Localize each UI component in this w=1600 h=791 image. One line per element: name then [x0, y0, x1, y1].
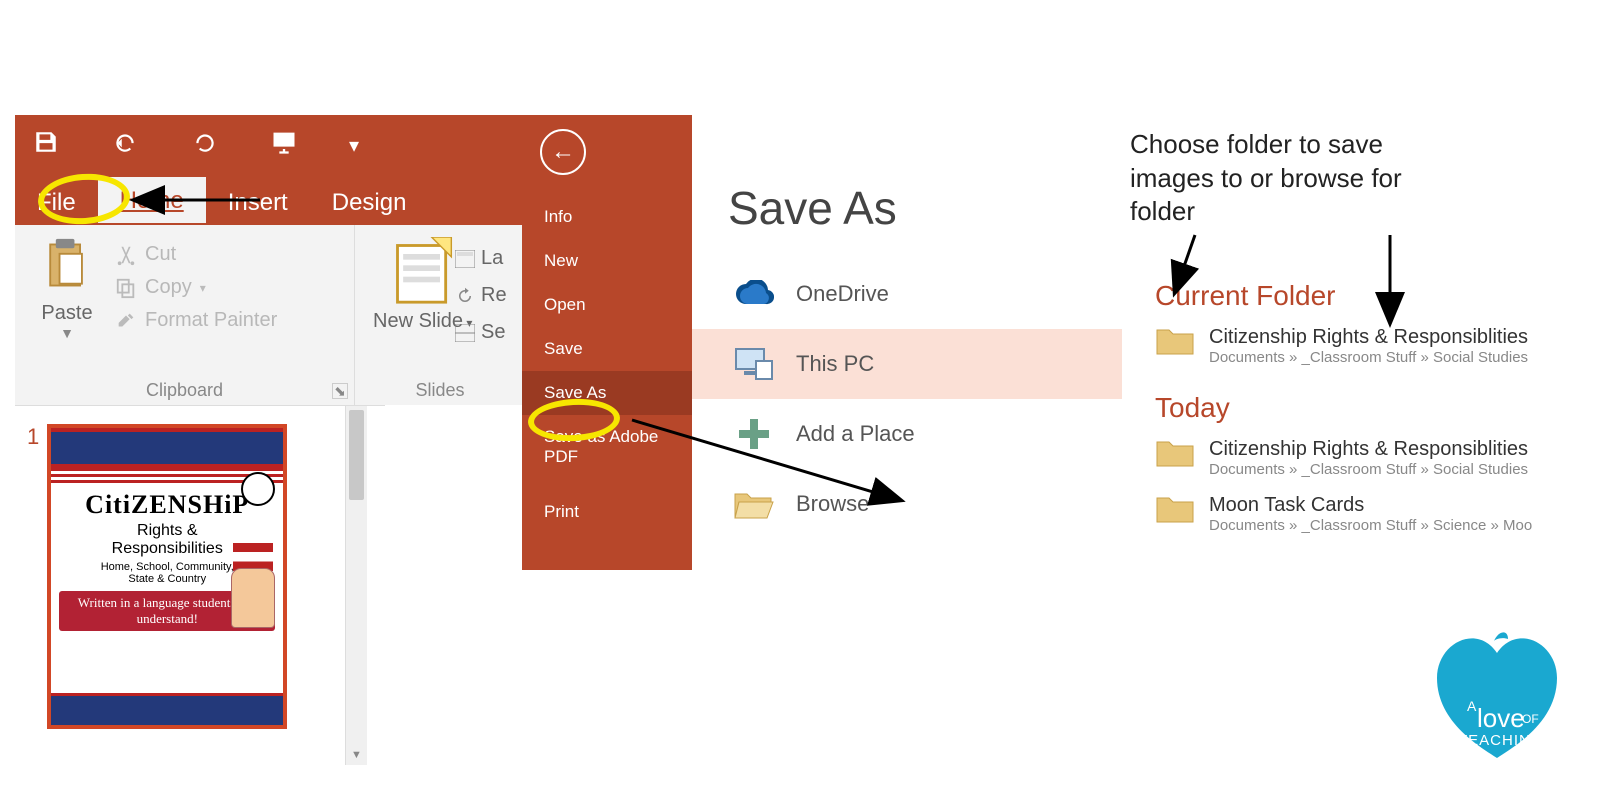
- nav-open[interactable]: Open: [522, 283, 692, 327]
- folder-icon: [1155, 438, 1195, 470]
- layout-button[interactable]: La: [455, 247, 507, 270]
- section-button[interactable]: Se: [455, 321, 507, 344]
- tab-home[interactable]: Home: [98, 177, 206, 225]
- folder-current-0[interactable]: Citizenship Rights & Responsiblities Doc…: [1155, 318, 1585, 374]
- scroll-down-icon[interactable]: ▼: [346, 749, 367, 761]
- cloud-icon: [732, 275, 776, 313]
- backstage-nav: ← Info New Open Save Save As Save as Ado…: [522, 115, 692, 570]
- save-as-pane: Save As OneDrive This PC Add a Place: [692, 145, 1122, 570]
- scissors-icon: [115, 244, 137, 266]
- scrollbar-thumb[interactable]: [349, 410, 364, 500]
- brush-icon: [115, 310, 137, 332]
- nav-save-as[interactable]: Save As: [522, 371, 692, 415]
- reset-button[interactable]: Re: [455, 284, 507, 307]
- folder-icon: [1155, 326, 1195, 358]
- reset-icon: [455, 287, 475, 305]
- paste-label: Paste: [23, 302, 111, 325]
- current-folder-heading: Current Folder: [1155, 280, 1585, 312]
- slide-number: 1: [27, 424, 39, 729]
- plus-icon: [732, 415, 776, 453]
- folder-today-0[interactable]: Citizenship Rights & Responsiblities Doc…: [1155, 430, 1585, 486]
- pc-icon: [732, 345, 776, 383]
- copy-button[interactable]: Copy ▾: [115, 276, 277, 299]
- undo-icon[interactable]: [109, 129, 141, 162]
- nav-new[interactable]: New: [522, 239, 692, 283]
- folder-today-1[interactable]: Moon Task Cards Documents » _Classroom S…: [1155, 486, 1585, 542]
- nav-info[interactable]: Info: [522, 195, 692, 239]
- format-painter-button[interactable]: Format Painter: [115, 309, 277, 332]
- nav-print[interactable]: Print: [522, 490, 692, 534]
- nav-save-as-pdf[interactable]: Save as Adobe PDF: [522, 415, 692, 480]
- svg-text:TEACHING: TEACHING: [1458, 732, 1544, 749]
- folder-list: Current Folder Citizenship Rights & Resp…: [1155, 280, 1585, 542]
- ribbon-body: Paste ▼ Cut Copy ▾ Format Painter Clip: [15, 225, 525, 405]
- customize-qat-icon[interactable]: ▾: [349, 133, 359, 158]
- location-onedrive[interactable]: OneDrive: [692, 259, 1122, 329]
- folder-icon: [1155, 494, 1195, 526]
- ribbon-tabs: File Home Insert Design: [15, 175, 525, 225]
- annotation-text: Choose folder to save images to or brows…: [1130, 128, 1560, 229]
- layout-icon: [455, 250, 475, 268]
- section-icon: [455, 324, 475, 342]
- svg-text:A: A: [1467, 698, 1477, 714]
- folder-open-icon: [732, 485, 776, 523]
- back-button[interactable]: ←: [540, 129, 586, 175]
- blog-logo: A love OF TEACHING: [1422, 623, 1572, 773]
- svg-text:love: love: [1477, 703, 1525, 733]
- slides-caption: Slides: [355, 380, 525, 401]
- clipboard-dialog-launcher[interactable]: ⬊: [332, 383, 348, 399]
- slide-thumbnail[interactable]: CitiZENSHiP Rights &Responsibilities Hom…: [47, 424, 287, 729]
- today-heading: Today: [1155, 392, 1585, 424]
- location-add-place[interactable]: Add a Place: [692, 399, 1122, 469]
- redo-icon[interactable]: [191, 129, 219, 162]
- tab-insert[interactable]: Insert: [206, 179, 310, 225]
- location-browse[interactable]: Browse: [692, 469, 1122, 539]
- slide-thumbnail-pane: 1 CitiZENSHiP Rights &Responsibilities H…: [15, 405, 385, 765]
- tab-file[interactable]: File: [15, 179, 98, 225]
- copy-icon: [115, 277, 137, 299]
- paste-dropdown-icon[interactable]: ▼: [23, 325, 111, 341]
- group-clipboard: Paste ▼ Cut Copy ▾ Format Painter Clip: [15, 225, 355, 405]
- start-slideshow-icon[interactable]: [269, 128, 299, 163]
- save-icon[interactable]: [33, 129, 59, 162]
- nav-save[interactable]: Save: [522, 327, 692, 371]
- paste-button[interactable]: Paste ▼: [23, 237, 111, 341]
- group-slides: New Slide ▾ La Re Se Slides: [355, 225, 525, 405]
- new-slide-icon: [393, 237, 453, 305]
- clipboard-caption: Clipboard: [15, 380, 354, 401]
- save-as-title: Save As: [692, 145, 1122, 259]
- tab-design[interactable]: Design: [310, 179, 429, 225]
- quick-access-toolbar: ▾: [15, 115, 525, 175]
- cut-button[interactable]: Cut: [115, 243, 277, 266]
- location-this-pc[interactable]: This PC: [692, 329, 1122, 399]
- svg-text:OF: OF: [1522, 712, 1539, 726]
- paste-icon: [44, 237, 90, 293]
- arrow-left-icon: ←: [551, 138, 575, 166]
- thumbnail-scrollbar[interactable]: ▼: [345, 406, 367, 765]
